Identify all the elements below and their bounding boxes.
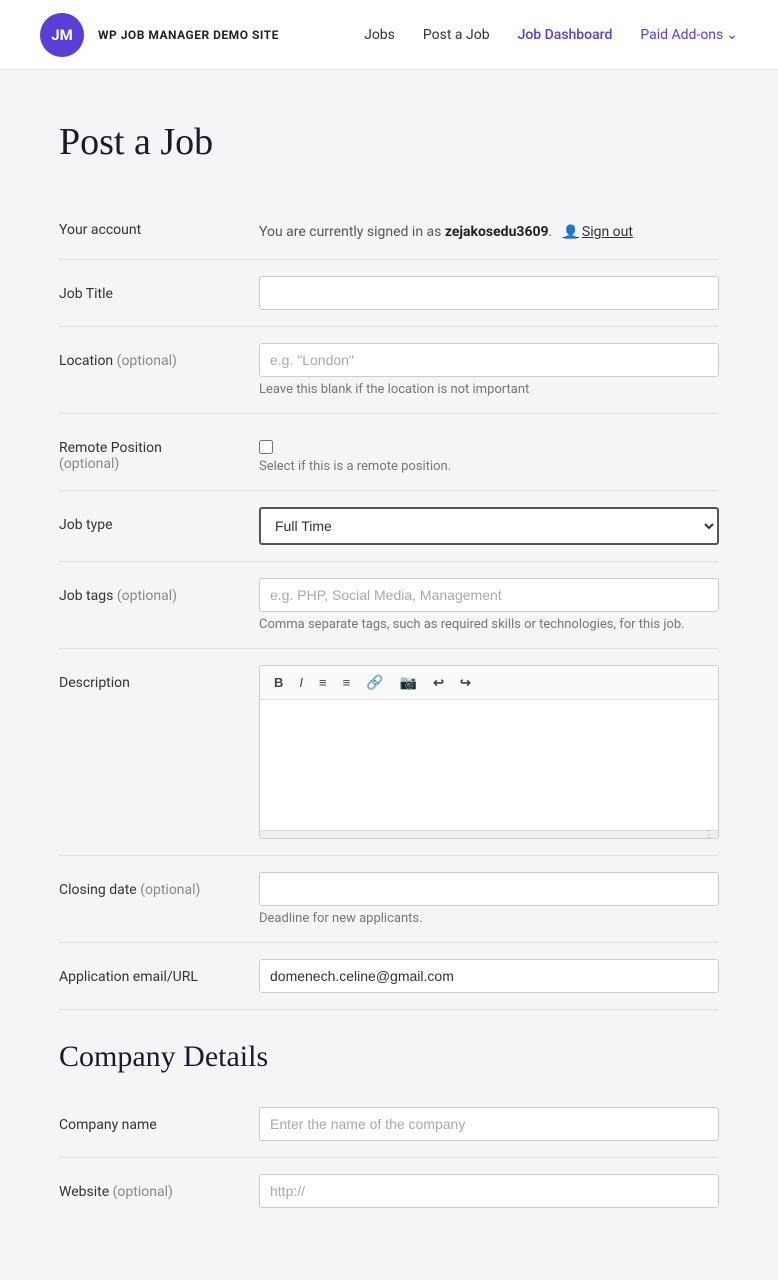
closing-date-row: Closing date (optional) Deadline for new… xyxy=(59,864,719,934)
account-username: zejakosedu3609 xyxy=(445,224,549,240)
remote-field: Select if this is a remote position. xyxy=(259,430,719,474)
editor-toolbar: B I ≡ ≡ 🔗 📷 ↩ ↪ xyxy=(260,666,718,700)
main-nav: Jobs Post a Job Job Dashboard Paid Add-o… xyxy=(364,27,738,43)
website-field xyxy=(259,1174,719,1208)
company-name-field xyxy=(259,1107,719,1141)
divider-6 xyxy=(59,648,719,649)
divider-7 xyxy=(59,855,719,856)
company-name-label: Company name xyxy=(59,1107,259,1141)
account-label: Your account xyxy=(59,212,259,243)
job-tags-hint: Comma separate tags, such as required sk… xyxy=(259,617,719,632)
editor-resize-handle[interactable]: ⋮ xyxy=(260,830,718,838)
description-row: Description B I ≡ ≡ 🔗 📷 ↩ ↪ ⋮ xyxy=(59,657,719,847)
account-field: You are currently signed in as zejakosed… xyxy=(259,212,719,243)
resize-icon: ⋮ xyxy=(704,831,714,838)
divider-10 xyxy=(59,1157,719,1158)
account-row: Your account You are currently signed in… xyxy=(59,204,719,251)
location-label: Location (optional) xyxy=(59,343,259,397)
rich-text-editor: B I ≡ ≡ 🔗 📷 ↩ ↪ ⋮ xyxy=(259,665,719,839)
remote-row: Remote Position (optional) Select if thi… xyxy=(59,422,719,482)
divider-3 xyxy=(59,413,719,414)
nav-paid-addons[interactable]: Paid Add-ons ⌄ xyxy=(640,27,738,43)
description-field: B I ≡ ≡ 🔗 📷 ↩ ↪ ⋮ xyxy=(259,665,719,839)
site-header: JM WP JOB MANAGER DEMO SITE Jobs Post a … xyxy=(0,0,778,70)
account-text: You are currently signed in as zejakosed… xyxy=(259,212,719,243)
divider-8 xyxy=(59,942,719,943)
app-email-label: Application email/URL xyxy=(59,959,259,993)
closing-date-input[interactable] xyxy=(259,872,719,906)
remote-label: Remote Position (optional) xyxy=(59,430,259,474)
job-type-select[interactable]: Full Time Part Time Freelance Temporary … xyxy=(259,507,719,545)
post-job-form: Your account You are currently signed in… xyxy=(59,204,719,1216)
app-email-field xyxy=(259,959,719,993)
app-email-row: Application email/URL xyxy=(59,951,719,1001)
location-row: Location (optional) Leave this blank if … xyxy=(59,335,719,405)
job-tags-label: Job tags (optional) xyxy=(59,578,259,632)
job-type-field: Full Time Part Time Freelance Temporary … xyxy=(259,507,719,545)
divider-9 xyxy=(59,1009,719,1010)
company-name-row: Company name xyxy=(59,1099,719,1149)
redo-button[interactable]: ↪ xyxy=(456,673,475,693)
location-hint: Leave this blank if the location is not … xyxy=(259,382,719,397)
image-button[interactable]: 📷 xyxy=(396,672,421,693)
header-logo-area: JM WP JOB MANAGER DEMO SITE xyxy=(40,13,279,57)
divider-2 xyxy=(59,326,719,327)
website-input[interactable] xyxy=(259,1174,719,1208)
editor-content-area[interactable] xyxy=(260,700,718,830)
job-title-input[interactable] xyxy=(259,276,719,310)
website-label: Website (optional) xyxy=(59,1174,259,1208)
job-tags-field: Comma separate tags, such as required sk… xyxy=(259,578,719,632)
website-row: Website (optional) xyxy=(59,1166,719,1216)
user-icon: 👤 xyxy=(563,223,579,243)
job-tags-input[interactable] xyxy=(259,578,719,612)
nav-jobs[interactable]: Jobs xyxy=(364,27,395,43)
chevron-down-icon: ⌄ xyxy=(726,27,738,43)
logo-circle: JM xyxy=(40,13,84,57)
remote-checkbox[interactable] xyxy=(259,440,273,454)
company-name-input[interactable] xyxy=(259,1107,719,1141)
undo-button[interactable]: ↩ xyxy=(429,673,448,693)
main-content: Post a Job Your account You are currentl… xyxy=(29,70,749,1280)
nav-post-job[interactable]: Post a Job xyxy=(423,27,490,43)
job-type-label: Job type xyxy=(59,507,259,545)
bold-button[interactable]: B xyxy=(270,673,287,692)
closing-date-hint: Deadline for new applicants. xyxy=(259,911,719,926)
list-unordered-button[interactable]: ≡ xyxy=(315,673,331,692)
remote-checkbox-row xyxy=(259,430,719,454)
app-email-input[interactable] xyxy=(259,959,719,993)
remote-hint: Select if this is a remote position. xyxy=(259,459,719,474)
job-type-row: Job type Full Time Part Time Freelance T… xyxy=(59,499,719,553)
divider-5 xyxy=(59,561,719,562)
logo-initials: JM xyxy=(51,26,73,44)
sign-out-link[interactable]: 👤 Sign out xyxy=(563,222,633,243)
company-section-title: Company Details xyxy=(59,1040,719,1074)
italic-button[interactable]: I xyxy=(295,673,307,692)
closing-date-label: Closing date (optional) xyxy=(59,872,259,926)
list-ordered-button[interactable]: ≡ xyxy=(339,673,355,692)
page-title: Post a Job xyxy=(59,120,719,164)
job-title-label: Job Title xyxy=(59,276,259,310)
location-input[interactable] xyxy=(259,343,719,377)
description-label: Description xyxy=(59,665,259,839)
divider-4 xyxy=(59,490,719,491)
closing-date-field: Deadline for new applicants. xyxy=(259,872,719,926)
job-tags-row: Job tags (optional) Comma separate tags,… xyxy=(59,570,719,640)
job-title-row: Job Title xyxy=(59,268,719,318)
job-title-field xyxy=(259,276,719,310)
divider-1 xyxy=(59,259,719,260)
location-field: Leave this blank if the location is not … xyxy=(259,343,719,397)
site-title: WP JOB MANAGER DEMO SITE xyxy=(98,28,279,42)
nav-job-dashboard[interactable]: Job Dashboard xyxy=(518,27,613,43)
link-button[interactable]: 🔗 xyxy=(362,672,387,693)
